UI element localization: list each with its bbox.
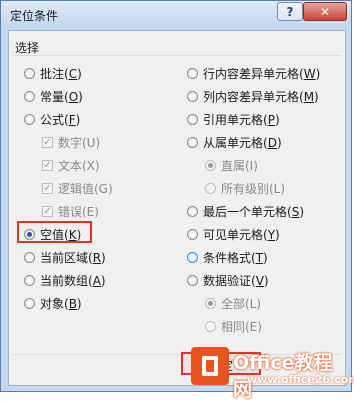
option-objects-label: 对象( [40, 296, 69, 311]
option-comments-key: C [68, 66, 78, 81]
option-visible-cells[interactable]: 可见单元格(Y) [187, 225, 280, 243]
check-icon: ✓ [42, 136, 53, 148]
radio-column-differences[interactable] [187, 90, 198, 102]
radio-direct-only[interactable] [205, 159, 216, 171]
option-dependents-label: 从属单元格( [203, 135, 268, 150]
option-constants[interactable]: 常量(O) [24, 87, 83, 105]
radio-current-array[interactable] [24, 274, 35, 286]
checkbox-errors[interactable]: ✓ 错误(E) [42, 202, 99, 220]
option-comments-label: 批注( [40, 66, 69, 81]
option-validation-same-label: 相同(E) [221, 319, 262, 334]
option-row-differences[interactable]: 行内容差异单元格(W) [187, 64, 320, 82]
option-constants-label: 常量( [40, 89, 69, 104]
option-last-cell-label: 最后一个单元格( [203, 204, 292, 219]
select-group-label: 选择 [15, 41, 40, 55]
radio-constants[interactable] [24, 90, 35, 102]
help-button[interactable]: ? [277, 2, 303, 21]
radio-all-levels[interactable] [205, 182, 216, 194]
option-validation-same[interactable]: 相同(E) [205, 317, 262, 335]
radio-row-differences[interactable] [187, 67, 198, 79]
check-icon: ✓ [42, 182, 53, 194]
option-visible-cells-label: 可见单元格( [203, 227, 268, 242]
option-current-array-label: 当前数组( [40, 273, 93, 288]
option-row-differences-label: 行内容差异单元格( [203, 66, 304, 81]
radio-validation-same[interactable] [205, 320, 216, 332]
radio-precedents[interactable] [187, 113, 198, 125]
checkbox-text[interactable]: ✓ 文本(X) [42, 156, 100, 174]
checkbox-errors-label: 错误(E) [58, 204, 99, 219]
option-validation-all-label: 全部(L) [221, 296, 262, 311]
option-all-levels[interactable]: 所有级别(L) [205, 179, 285, 197]
dialog-body: 选择 批注(C) 常量(O) 公式(F) ✓ 数字(U) ✓ 文本(X) ✓ 逻… [8, 30, 346, 386]
office-logo-icon [191, 347, 229, 385]
radio-comments[interactable] [24, 67, 35, 79]
checkbox-logicals[interactable]: ✓ 逻辑值(G) [42, 179, 113, 197]
option-objects[interactable]: 对象(B) [24, 294, 82, 312]
watermark: Office教程网 www.office26.com [189, 337, 354, 401]
checkbox-numbers-label: 数字(U) [58, 135, 101, 150]
option-direct-only[interactable]: 直属(I) [205, 156, 258, 174]
option-column-differences-label: 列内容差异单元格( [203, 89, 304, 104]
option-precedents[interactable]: 引用单元格(P) [187, 110, 280, 128]
option-dependents[interactable]: 从属单元格(D) [187, 133, 282, 151]
go-to-special-dialog: 定位条件 ? ✕ 选择 批注(C) 常量(O) 公式(F) ✓ 数字(U) ✓ [0, 0, 354, 401]
close-button[interactable]: ✕ [303, 2, 347, 21]
option-current-array[interactable]: 当前数组(A) [24, 271, 106, 289]
option-conditional-formats-label: 条件格式( [203, 250, 256, 265]
close-icon: ✕ [319, 4, 331, 19]
option-conditional-formats[interactable]: 条件格式(T) [187, 248, 268, 266]
option-direct-only-label: 直属(I) [221, 158, 258, 173]
blanks-highlight-box [17, 221, 92, 243]
option-last-cell[interactable]: 最后一个单元格(S) [187, 202, 304, 220]
radio-last-cell[interactable] [187, 205, 198, 217]
option-comments[interactable]: 批注(C) [24, 64, 82, 82]
radio-formulas[interactable] [24, 113, 35, 125]
option-formulas-label: 公式( [40, 112, 69, 127]
option-data-validation[interactable]: 数据验证(V) [187, 271, 269, 289]
checkbox-logicals-label: 逻辑值(G) [58, 181, 113, 196]
radio-data-validation[interactable] [187, 274, 198, 286]
option-all-levels-label: 所有级别(L) [221, 181, 286, 196]
option-precedents-label: 引用单元格( [203, 112, 268, 127]
title-bar: 定位条件 ? ✕ [1, 1, 351, 29]
option-current-region[interactable]: 当前区域(R) [24, 248, 106, 266]
check-icon: ✓ [42, 159, 53, 171]
radio-objects[interactable] [24, 297, 35, 309]
option-validation-all[interactable]: 全部(L) [205, 294, 261, 312]
radio-conditional-formats[interactable] [187, 251, 198, 263]
check-icon: ✓ [42, 205, 53, 217]
dialog-title: 定位条件 [10, 9, 59, 23]
watermark-url: www.office26.com [247, 373, 354, 386]
radio-current-region[interactable] [24, 251, 35, 263]
help-icon: ? [286, 4, 294, 19]
radio-dependents[interactable] [187, 136, 198, 148]
radio-visible-cells[interactable] [187, 228, 198, 240]
checkbox-text-label: 文本(X) [58, 158, 100, 173]
option-current-region-label: 当前区域( [40, 250, 93, 265]
option-data-validation-label: 数据验证( [203, 273, 256, 288]
option-formulas[interactable]: 公式(F) [24, 110, 80, 128]
radio-validation-all[interactable] [205, 297, 216, 309]
option-column-differences[interactable]: 列内容差异单元格(M) [187, 87, 319, 105]
checkbox-numbers[interactable]: ✓ 数字(U) [42, 133, 100, 151]
